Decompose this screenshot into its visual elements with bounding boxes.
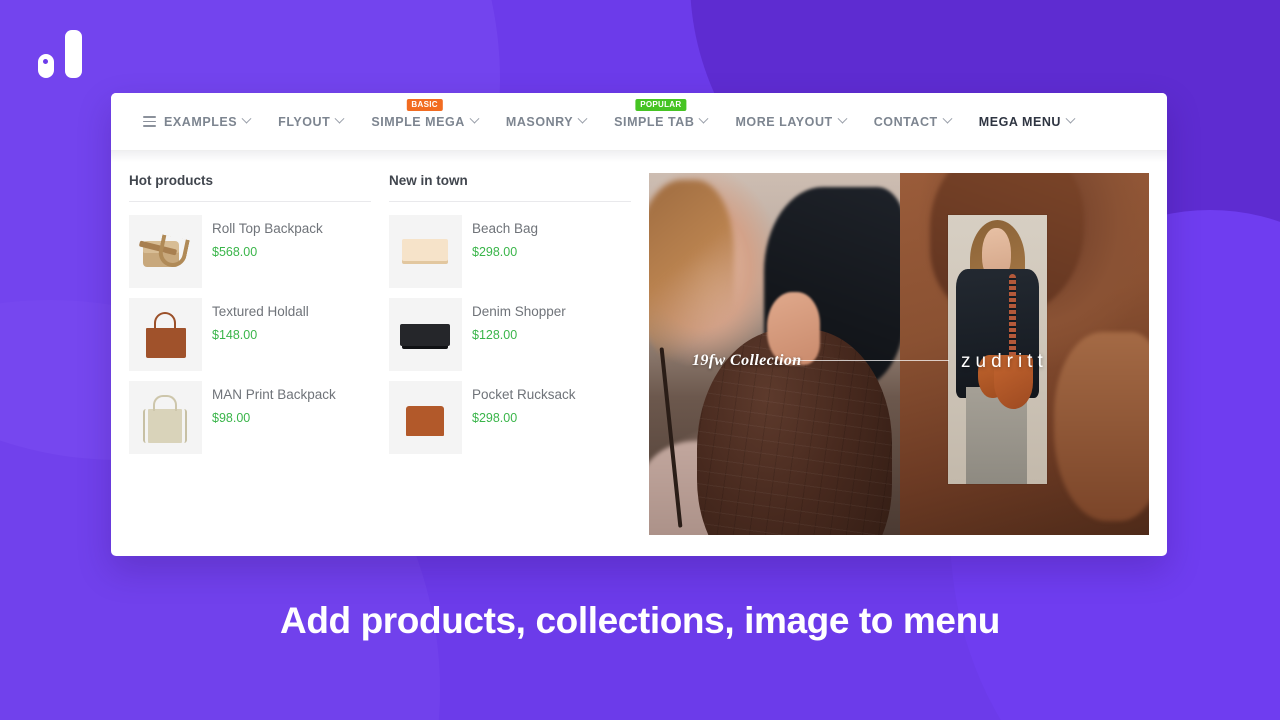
black-shopper-bag-thumb — [389, 298, 462, 371]
bag-shape — [406, 406, 444, 436]
main-navigation: EXAMPLES FLYOUT BASIC SIMPLE MEGA MASONRY POP… — [111, 93, 1167, 151]
tan-satchel-bag-thumb — [129, 215, 202, 288]
chevron-down-icon — [577, 113, 588, 124]
product-item[interactable]: Beach Bag $298.00 — [389, 210, 631, 293]
product-price: $298.00 — [472, 245, 518, 260]
cream-tote-bag-thumb — [129, 381, 202, 454]
nav-item-label: SIMPLE TAB — [614, 114, 695, 129]
product-price: $98.00 — [212, 411, 251, 426]
chevron-down-icon — [1065, 113, 1076, 124]
logo-bar-shape — [65, 30, 82, 78]
product-name[interactable]: Roll Top Backpack — [212, 221, 323, 237]
product-price: $298.00 — [472, 411, 518, 426]
nav-item-label: FLYOUT — [278, 114, 331, 129]
product-info: Roll Top Backpack $568.00 — [212, 215, 323, 259]
product-column-2: New in town Beach Bag $298.00 Denim Shopper… — [389, 173, 649, 535]
tan-rucksack-bag-thumb — [389, 381, 462, 454]
promo-headline: Add products, collections, image to menu — [280, 600, 1000, 641]
mega-menu-panel: Hot products Roll Top Backpack $568.00 Text… — [111, 151, 1167, 535]
chevron-down-icon — [241, 113, 252, 124]
chevron-down-icon — [942, 113, 953, 124]
bag-shape — [153, 395, 177, 411]
product-info: MAN Print Backpack $98.00 — [212, 381, 336, 425]
column-title: New in town — [389, 173, 631, 202]
nav-item-label: MASONRY — [505, 114, 574, 129]
bag-shape — [148, 409, 182, 443]
product-price: $148.00 — [212, 328, 258, 343]
product-item[interactable]: Pocket Rucksack $298.00 — [389, 376, 631, 459]
nav-item-contact[interactable]: CONTACT — [860, 93, 965, 151]
product-item[interactable]: Roll Top Backpack $568.00 — [129, 210, 371, 293]
chevron-down-icon — [334, 113, 345, 124]
bag-shape — [400, 324, 450, 346]
cream-clutch-bag-thumb — [389, 215, 462, 288]
nav-item-masonry[interactable]: MASONRY — [492, 93, 600, 151]
product-name[interactable]: MAN Print Backpack — [212, 387, 336, 403]
product-item[interactable]: Textured Holdall $148.00 — [129, 293, 371, 376]
nav-badge-popular: POPULAR — [635, 98, 687, 111]
column-title: Hot products — [129, 173, 371, 202]
product-name[interactable]: Textured Holdall — [212, 304, 309, 320]
hero-divider-line — [791, 359, 949, 361]
nav-item-label: SIMPLE MEGA — [371, 114, 465, 129]
product-price: $128.00 — [472, 328, 518, 343]
logo-inner-dot — [43, 59, 48, 64]
product-item[interactable]: MAN Print Backpack $98.00 — [129, 376, 371, 459]
product-name[interactable]: Beach Bag — [472, 221, 538, 237]
product-name[interactable]: Denim Shopper — [472, 304, 566, 320]
hero-brand-text: zudritt — [961, 351, 1048, 373]
nav-item-flyout[interactable]: FLYOUT — [264, 93, 357, 151]
nav-item-simple-tab[interactable]: POPULAR SIMPLE TAB — [600, 93, 721, 151]
nav-item-examples[interactable]: EXAMPLES — [129, 93, 264, 151]
bag-shape — [146, 328, 186, 358]
product-name[interactable]: Pocket Rucksack — [472, 387, 576, 403]
chevron-down-icon — [837, 113, 848, 124]
product-info: Pocket Rucksack $298.00 — [472, 381, 576, 425]
nav-item-mega-menu[interactable]: MEGA MENU — [965, 93, 1088, 151]
model-hair — [649, 180, 735, 369]
zegsu-logo-icon[interactable] — [38, 30, 82, 78]
chevron-down-icon — [699, 113, 709, 124]
nav-item-label: MEGA MENU — [978, 114, 1062, 129]
hero-image[interactable]: 19fw Collection zudritt — [649, 173, 1149, 535]
screenshot-stage: EXAMPLES FLYOUT BASIC SIMPLE MEGA MASONRY POP… — [0, 0, 1280, 720]
nav-item-simple-mega[interactable]: BASIC SIMPLE MEGA — [357, 93, 492, 151]
nav-item-label: CONTACT — [873, 114, 938, 129]
product-info: Denim Shopper $128.00 — [472, 298, 566, 342]
hamburger-icon — [143, 116, 156, 127]
nav-item-label: MORE LAYOUT — [735, 114, 833, 129]
product-info: Textured Holdall $148.00 — [212, 298, 309, 342]
chevron-down-icon — [469, 113, 480, 124]
product-columns: Hot products Roll Top Backpack $568.00 Text… — [129, 173, 649, 535]
product-price: $568.00 — [212, 245, 258, 260]
hero-inset-photo — [948, 214, 1047, 485]
logo-dot-shape — [38, 54, 54, 78]
nav-item-label: EXAMPLES — [164, 114, 238, 129]
hero-right-sleeve — [1054, 332, 1149, 521]
product-column-1: Hot products Roll Top Backpack $568.00 Text… — [129, 173, 389, 535]
nav-badge-basic: BASIC — [406, 98, 443, 111]
bag-shape — [402, 239, 448, 261]
mega-menu-card: EXAMPLES FLYOUT BASIC SIMPLE MEGA MASONRY POP… — [111, 93, 1167, 556]
nav-item-more-layout[interactable]: MORE LAYOUT — [721, 93, 859, 151]
product-item[interactable]: Denim Shopper $128.00 — [389, 293, 631, 376]
product-info: Beach Bag $298.00 — [472, 215, 538, 259]
hero-caption-text: 19fw Collection — [692, 352, 802, 370]
brown-tote-bag-thumb — [129, 298, 202, 371]
